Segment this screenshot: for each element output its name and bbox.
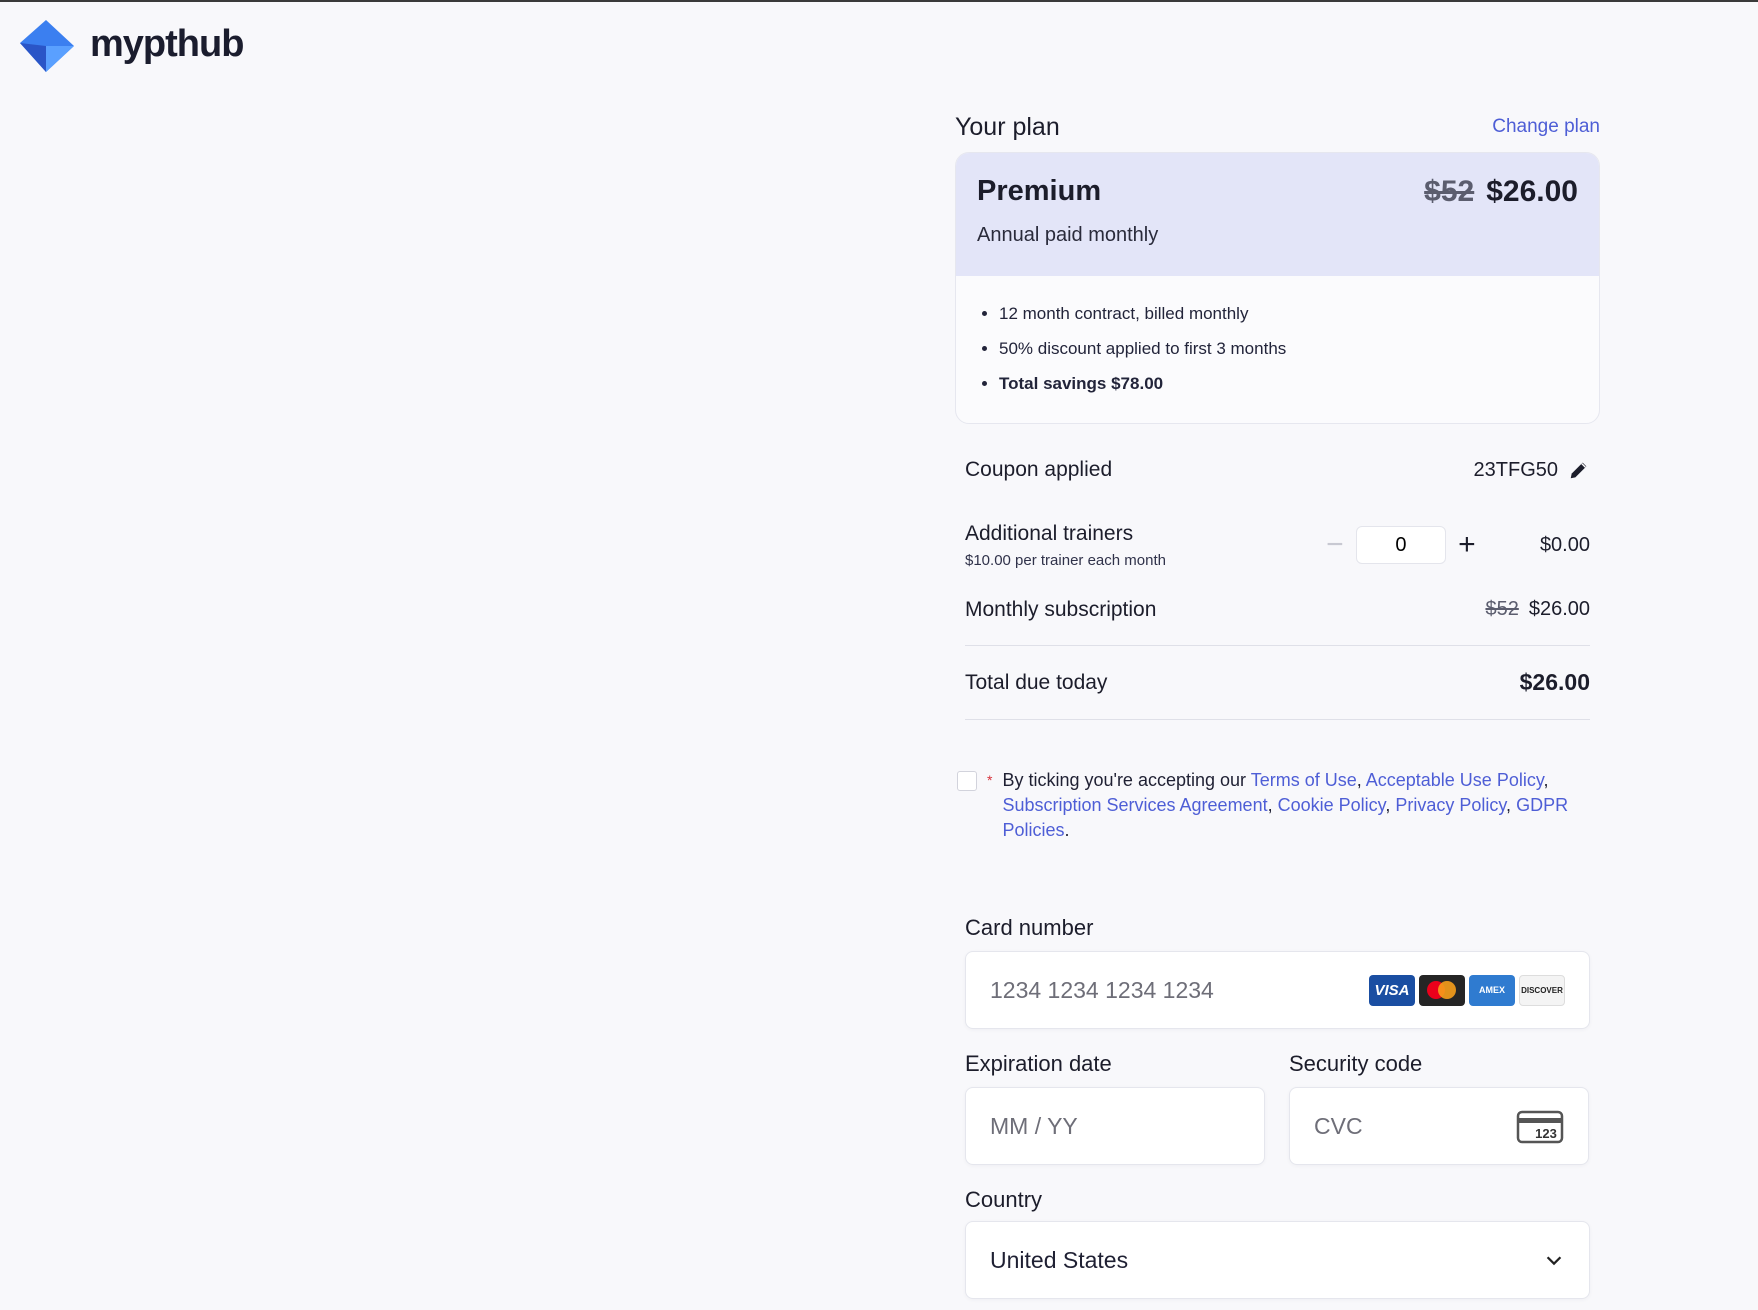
plan-card-header: Premium Annual paid monthly $52 $26.00 <box>956 153 1599 276</box>
terms-prefix: By ticking you're accepting our <box>1002 770 1251 790</box>
security-code-input[interactable]: CVC 123 <box>1289 1087 1589 1165</box>
logo-mark-icon <box>20 20 74 72</box>
plus-icon[interactable]: + <box>1454 530 1480 560</box>
amex-icon: AMEX <box>1469 974 1515 1006</box>
separator: , <box>1356 770 1366 790</box>
coupon-row: Coupon applied 23TFG50 <box>965 424 1590 516</box>
chevron-down-icon <box>1546 1256 1562 1266</box>
country-select[interactable]: United States <box>965 1221 1590 1299</box>
change-plan-link[interactable]: Change plan <box>1492 116 1600 138</box>
privacy-policy-link[interactable]: Privacy Policy <box>1395 795 1506 815</box>
plan-price: $52 $26.00 <box>1424 175 1578 254</box>
plan-heading: Your plan <box>955 112 1060 141</box>
cvc-icon-text: 123 <box>1535 1126 1557 1141</box>
discover-icon: DISCOVER <box>1519 974 1565 1006</box>
separator: , <box>1385 795 1396 815</box>
trainers-row: Additional trainers $10.00 per trainer e… <box>965 516 1590 574</box>
country-label: Country <box>965 1187 1043 1212</box>
expiration-input[interactable]: MM / YY <box>965 1087 1265 1165</box>
total-price: $26.00 <box>1519 669 1590 695</box>
card-number-input[interactable]: 1234 1234 1234 1234 VISA AMEX DISCOVER <box>965 951 1590 1029</box>
plan-card: Premium Annual paid monthly $52 $26.00 1… <box>955 152 1600 424</box>
pencil-icon[interactable] <box>1568 459 1590 481</box>
expiration-label: Expiration date <box>965 1051 1112 1076</box>
cvc-placeholder: CVC <box>1314 1112 1363 1139</box>
trainers-label: Additional trainers <box>965 521 1134 545</box>
trainers-quantity-input[interactable] <box>1355 526 1446 564</box>
plan-feature: Total savings $78.00 <box>999 366 1578 401</box>
plan-feature: 12 month contract, billed monthly <box>999 296 1578 331</box>
logo-text: mypthub <box>90 22 244 65</box>
plan-billing: Annual paid monthly <box>977 224 1159 246</box>
plan-header: Your plan Change plan <box>955 102 1600 152</box>
trainers-price: $0.00 <box>1539 533 1590 556</box>
terms-checkbox[interactable] <box>957 771 977 791</box>
monthly-old-price: $52 <box>1485 598 1519 620</box>
mastercard-icon <box>1419 974 1465 1006</box>
cookie-policy-link[interactable]: Cookie Policy <box>1278 795 1386 815</box>
expiration-placeholder: MM / YY <box>990 1112 1078 1139</box>
plan-name: Premium <box>977 175 1102 207</box>
terms-consent: * By ticking you're accepting our Terms … <box>955 768 1600 843</box>
coupon-code: 23TFG50 <box>1473 458 1558 481</box>
monthly-row: Monthly subscription $52 $26.00 <box>965 574 1590 646</box>
trainers-stepper: − + <box>1322 526 1480 564</box>
monthly-label: Monthly subscription <box>965 597 1157 621</box>
coupon-label: Coupon applied <box>965 458 1113 481</box>
monthly-current-price: $26.00 <box>1528 598 1590 620</box>
logo: mypthub <box>16 18 244 80</box>
separator: , <box>1267 795 1278 815</box>
total-row: Total due today $26.00 <box>965 646 1590 720</box>
visa-icon: VISA <box>1369 974 1415 1006</box>
cvc-card-icon: 123 <box>1516 1110 1564 1144</box>
checkout-panel: Your plan Change plan Premium Annual pai… <box>955 102 1600 1299</box>
terms-of-use-link[interactable]: Terms of Use <box>1251 770 1357 790</box>
acceptable-use-link[interactable]: Acceptable Use Policy <box>1366 770 1544 790</box>
terms-text: By ticking you're accepting our Terms of… <box>1002 768 1577 843</box>
card-number-label: Card number <box>965 915 1094 940</box>
country-value: United States <box>990 1246 1129 1273</box>
order-summary: Coupon applied 23TFG50 Additional traine… <box>955 424 1600 720</box>
monthly-price: $52 $26.00 <box>1485 598 1590 621</box>
terms-end: . <box>1064 820 1070 840</box>
required-mark: * <box>987 772 993 788</box>
trainers-sub: $10.00 per trainer each month <box>965 551 1166 569</box>
card-number-placeholder: 1234 1234 1234 1234 <box>990 976 1214 1003</box>
separator: , <box>1543 770 1549 790</box>
minus-icon[interactable]: − <box>1322 530 1348 560</box>
plan-feature: 50% discount applied to first 3 months <box>999 331 1578 366</box>
expiry-cvc-row: Expiration date MM / YY Security code CV… <box>965 1029 1600 1165</box>
plan-features: 12 month contract, billed monthly 50% di… <box>956 276 1599 423</box>
security-code-label: Security code <box>1289 1051 1423 1076</box>
coupon-value: 23TFG50 <box>1474 459 1590 482</box>
plan-current-price: $26.00 <box>1486 175 1578 208</box>
subscription-agreement-link[interactable]: Subscription Services Agreement <box>1002 795 1267 815</box>
total-label: Total due today <box>965 670 1108 694</box>
plan-old-price: $52 <box>1424 175 1475 208</box>
card-brand-icons: VISA AMEX DISCOVER <box>1369 974 1565 1006</box>
separator: , <box>1506 795 1517 815</box>
